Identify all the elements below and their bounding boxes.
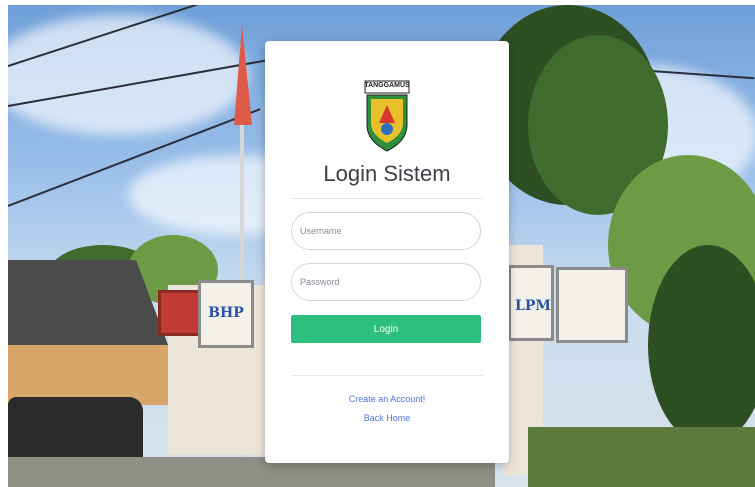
password-input[interactable] — [291, 263, 481, 301]
divider — [291, 198, 483, 199]
back-home-link[interactable]: Back Home — [265, 413, 509, 423]
sign-bhp: BHP — [198, 280, 254, 348]
flag-icon — [234, 25, 252, 125]
tanggamus-emblem-icon — [364, 80, 410, 152]
logo-text: TANGGAMUS — [364, 82, 410, 89]
sign-lpm: LPM — [508, 265, 554, 341]
login-card: TANGGAMUS Login Sistem Login Create an A… — [265, 41, 509, 463]
divider — [291, 375, 483, 376]
page-title: Login Sistem — [323, 161, 451, 186]
login-button[interactable]: Login — [291, 315, 481, 343]
username-input[interactable] — [291, 212, 481, 250]
create-account-link[interactable]: Create an Account! — [265, 394, 509, 404]
